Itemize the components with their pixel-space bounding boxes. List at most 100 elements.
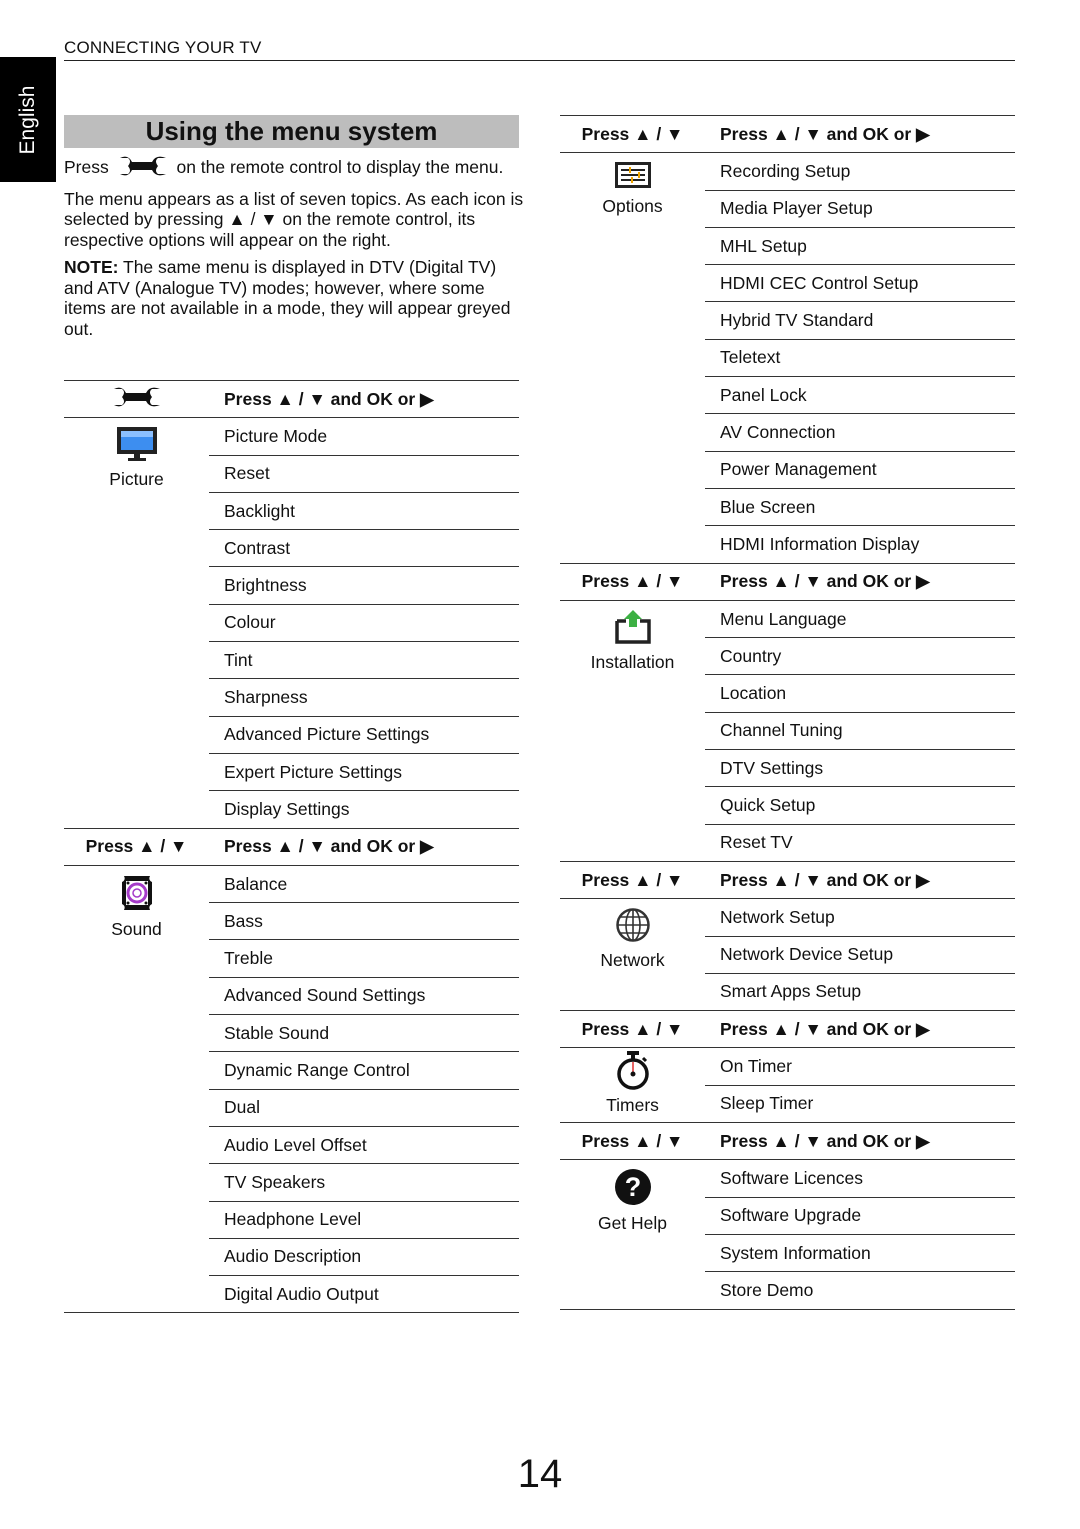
- menu-item[interactable]: HDMI CEC Control Setup: [705, 264, 1015, 303]
- menu-item[interactable]: Digital Audio Output: [209, 1275, 519, 1314]
- menu-item[interactable]: Quick Setup: [705, 786, 1015, 825]
- category-help-cell[interactable]: ? Get Help: [560, 1159, 705, 1310]
- menu-item[interactable]: Sleep Timer: [705, 1085, 1015, 1122]
- menu-item[interactable]: Backlight: [209, 492, 519, 531]
- header-navigate-instruction: Press ▲ / ▼: [560, 860, 705, 900]
- menu-item[interactable]: Picture Mode: [209, 417, 519, 456]
- menu-item[interactable]: Network Device Setup: [705, 936, 1015, 974]
- header-navigate-instruction: Press ▲ / ▼: [560, 1010, 705, 1049]
- page-title: Using the menu system: [145, 116, 438, 146]
- wrench-icon: [118, 155, 168, 182]
- category-sound: Sound Balance Bass Treble Advanced Sound…: [64, 865, 519, 1314]
- header-select-instruction: Press ▲ / ▼ and OK or ▶: [209, 379, 519, 419]
- menu-item[interactable]: Dual: [209, 1089, 519, 1127]
- wrench-icon: [113, 387, 160, 406]
- list-item: Installation Menu Language: [560, 600, 1015, 672]
- menu-item[interactable]: Tint: [209, 641, 519, 680]
- menu-item[interactable]: Country: [705, 637, 1015, 676]
- category-options: Options Recording Setup Media Player Set…: [560, 152, 1015, 563]
- category-options-cell[interactable]: Options: [560, 153, 705, 563]
- menu-item[interactable]: Hybrid TV Standard: [705, 301, 1015, 340]
- category-help: ? Get Help Software Licences Software Up…: [560, 1159, 1015, 1310]
- header-select-instruction: Press ▲ / ▼ and OK or ▶: [705, 1122, 1015, 1161]
- menu-item[interactable]: Channel Tuning: [705, 712, 1015, 751]
- header-select-instruction: Press ▲ / ▼ and OK or ▶: [209, 827, 519, 866]
- header-divider: [64, 60, 1015, 61]
- menu-item[interactable]: Audio Description: [209, 1238, 519, 1277]
- menu-item[interactable]: DTV Settings: [705, 749, 1015, 788]
- menu-item[interactable]: Balance: [209, 865, 519, 904]
- menu-item[interactable]: Power Management: [705, 451, 1015, 489]
- menu-item[interactable]: Media Player Setup: [705, 190, 1015, 228]
- header-select-instruction: Press ▲ / ▼ and OK or ▶: [705, 860, 1015, 900]
- list-item: Picture Picture Mode: [64, 417, 519, 489]
- menu-item[interactable]: Bass: [209, 902, 519, 941]
- intro-paragraph: The menu appears as a list of seven topi…: [64, 188, 524, 250]
- category-installation: Installation Menu Language Country Locat…: [560, 600, 1015, 861]
- intro-note: NOTE: The same menu is displayed in DTV …: [64, 257, 524, 339]
- menu-item[interactable]: Menu Language: [705, 600, 1015, 639]
- svg-text:?: ?: [624, 1172, 641, 1202]
- note-text: The same menu is displayed in DTV (Digit…: [64, 257, 511, 339]
- menu-item[interactable]: Audio Level Offset: [209, 1126, 519, 1165]
- intro-press-prefix: Press: [64, 156, 109, 177]
- menu-item[interactable]: Smart Apps Setup: [705, 973, 1015, 1010]
- category-installation-label: Installation: [590, 651, 675, 672]
- menu-item[interactable]: Brightness: [209, 566, 519, 605]
- menu-item[interactable]: Stable Sound: [209, 1014, 519, 1053]
- list-item: Sound Balance: [64, 865, 519, 1314]
- category-network: Network Network Setup Network Device Set…: [560, 898, 1015, 1011]
- menu-item[interactable]: Advanced Sound Settings: [209, 977, 519, 1016]
- menu-item[interactable]: Reset TV: [705, 824, 1015, 861]
- category-timers: Timers On Timer Sleep Timer: [560, 1047, 1015, 1123]
- header-navigate-instruction: Press ▲ / ▼: [560, 114, 705, 154]
- menu-item[interactable]: Sharpness: [209, 678, 519, 717]
- menu-item[interactable]: Dynamic Range Control: [209, 1051, 519, 1090]
- intro-text: Press on the remote control to display t…: [64, 155, 524, 346]
- category-picture-cell[interactable]: Picture: [64, 418, 209, 828]
- category-timers-cell[interactable]: Timers: [560, 1048, 705, 1123]
- menu-item[interactable]: Treble: [209, 939, 519, 978]
- menu-item[interactable]: Store Demo: [705, 1271, 1015, 1310]
- category-network-cell[interactable]: Network: [560, 899, 705, 1011]
- intro-press-suffix: on the remote control to display the men…: [176, 156, 504, 177]
- menu-item[interactable]: Colour: [209, 604, 519, 643]
- menu-item[interactable]: Blue Screen: [705, 488, 1015, 527]
- category-sound-label: Sound: [111, 918, 162, 939]
- list-item: Timers On Timer: [560, 1047, 1015, 1115]
- header-select-instruction: Press ▲ / ▼ and OK or ▶: [705, 114, 1015, 154]
- menu-item[interactable]: Teletext: [705, 339, 1015, 378]
- header-navigate-instruction: Press ▲ / ▼: [560, 1122, 705, 1161]
- category-timers-label: Timers: [606, 1095, 659, 1116]
- menu-item[interactable]: Expert Picture Settings: [209, 753, 519, 792]
- menu-item[interactable]: System Information: [705, 1234, 1015, 1273]
- menu-item[interactable]: AV Connection: [705, 413, 1015, 452]
- category-sound-cell[interactable]: Sound: [64, 865, 209, 1314]
- menu-item[interactable]: Display Settings: [209, 791, 519, 828]
- menu-item[interactable]: Panel Lock: [705, 376, 1015, 415]
- globe-icon: [615, 908, 650, 942]
- list-item: ? Get Help Software Licences: [560, 1159, 1015, 1310]
- menu-item[interactable]: Headphone Level: [209, 1201, 519, 1239]
- menu-item[interactable]: Location: [705, 674, 1015, 713]
- header-select-instruction: Press ▲ / ▼ and OK or ▶: [705, 562, 1015, 601]
- section-header: CONNECTING YOUR TV: [64, 38, 262, 57]
- header-navigate-instruction: Press ▲ / ▼: [64, 827, 209, 866]
- menu-item[interactable]: Advanced Picture Settings: [209, 716, 519, 754]
- menu-item[interactable]: Network Setup: [705, 898, 1015, 937]
- menu-item[interactable]: Contrast: [209, 529, 519, 568]
- menu-item[interactable]: MHL Setup: [705, 227, 1015, 266]
- menu-item[interactable]: HDMI Information Display: [705, 526, 1015, 563]
- language-tab-label: English: [16, 85, 39, 154]
- menu-item[interactable]: Reset: [209, 455, 519, 493]
- menu-item[interactable]: Software Upgrade: [705, 1197, 1015, 1235]
- category-help-label: Get Help: [597, 1213, 668, 1234]
- menu-item[interactable]: Software Licences: [705, 1159, 1015, 1198]
- speaker-icon: [121, 875, 152, 910]
- menu-item[interactable]: TV Speakers: [209, 1163, 519, 1202]
- stopwatch-icon: [616, 1051, 649, 1091]
- header-navigate-instruction: Press ▲ / ▼: [560, 562, 705, 601]
- category-installation-cell[interactable]: Installation: [560, 600, 705, 861]
- menu-item[interactable]: Recording Setup: [705, 152, 1015, 191]
- menu-item[interactable]: On Timer: [705, 1047, 1015, 1086]
